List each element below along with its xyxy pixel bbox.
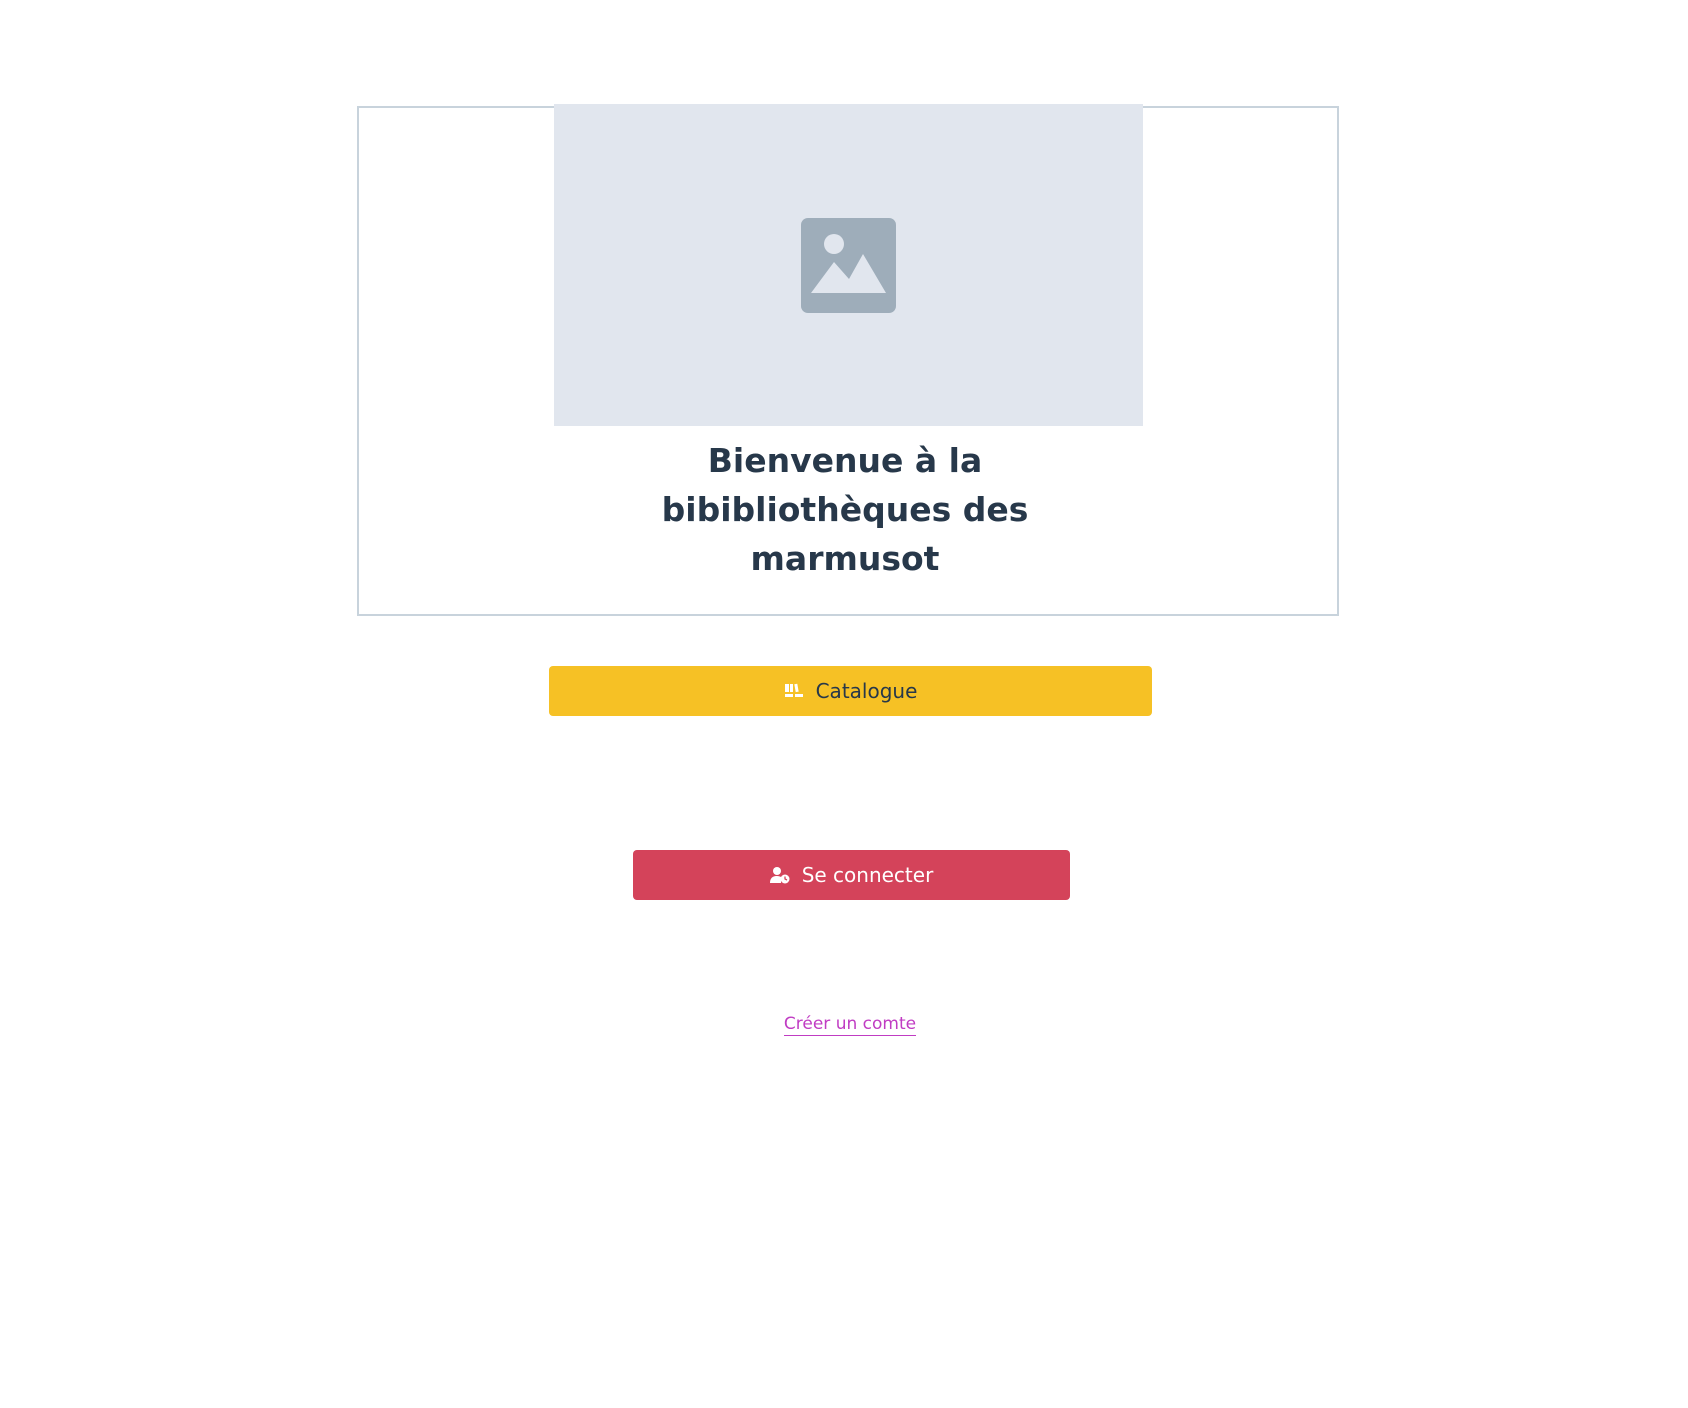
image-placeholder-icon [801, 218, 896, 313]
user-clock-icon [769, 866, 790, 884]
create-account-link[interactable]: Créer un comte [783, 1014, 917, 1036]
login-button-label: Se connecter [801, 863, 934, 887]
welcome-title-line-2: bibibliothèques des [661, 490, 1029, 529]
catalogue-button-label: Catalogue [815, 679, 918, 703]
create-account-row: Créer un comte [0, 1012, 1688, 1036]
welcome-title: Bienvenue à la bibibliothèques des marmu… [620, 436, 1070, 583]
welcome-title-line-1: Bienvenue à la [707, 441, 983, 480]
welcome-title-line-3: marmusot [750, 539, 940, 578]
login-button[interactable]: Se connecter [633, 850, 1070, 900]
books-icon [784, 682, 804, 700]
catalogue-button[interactable]: Catalogue [549, 666, 1152, 716]
